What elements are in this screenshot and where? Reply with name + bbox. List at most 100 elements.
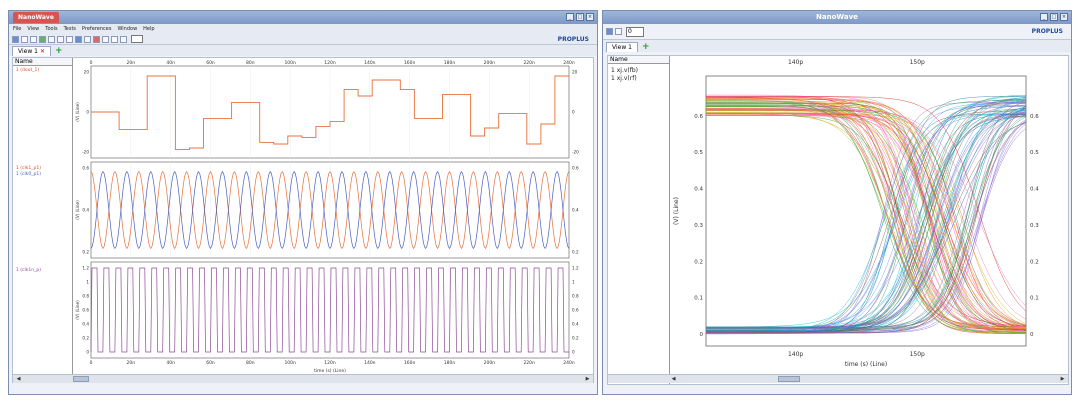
bottom-time-tick-label: 0 [90,360,93,366]
y-tick-label-right: 0.1 [1030,296,1039,302]
y-tick-label-right: 0.4 [1030,187,1039,193]
signal-rf-label[interactable]: 1 xj.v(rf) [611,75,637,82]
marker-icon[interactable] [75,35,82,43]
grid-icon[interactable] [102,35,109,43]
close-icon[interactable]: × [586,13,594,21]
y-tick-label-right: 0 [1030,332,1034,338]
close-tab-icon[interactable]: ✕ [40,48,45,55]
right-window-title: NanoWave [816,13,858,21]
signal-dout-label[interactable]: 1 (dout_1) [16,68,39,73]
y-tick-label-right: 0.8 [572,294,579,299]
tab-label: View 1 [612,44,632,51]
delete-icon[interactable] [93,35,100,43]
scroll-right-icon[interactable]: ▶ [1059,376,1066,382]
menu-window[interactable]: Window [117,24,137,34]
menu-tests[interactable]: Tests [64,24,76,34]
add-tab-icon[interactable]: + [642,42,650,52]
y-axis-label: (V) (Line) [75,102,80,122]
y-tick-label: 0.4 [82,208,89,213]
right-toolbar-input[interactable]: 0 [626,26,644,37]
zoom-out-icon[interactable] [48,35,55,43]
scroll-right-icon[interactable]: ▶ [584,376,591,382]
right-horizontal-scrollbar[interactable]: ◀ ▶ [608,374,1068,383]
signal-clk0-label[interactable]: 1 (clk0_p1) [16,172,41,177]
y-tick-label-right: 0.2 [1030,259,1039,265]
left-tab-bar: View 1 ✕ + [9,45,597,56]
menu-preferences[interactable]: Preferences [82,24,111,34]
cursor-icon[interactable] [66,35,73,43]
bottom-time-tick-label: 40n [166,360,175,366]
top-time-tick-label: 200n [484,60,496,66]
right-eye-diagram-svg[interactable]: 140p 150p 140p 150p time (s) (Line) (V) (Line… [670,56,1068,374]
tab-view-1[interactable]: View 1 [606,42,638,52]
close-icon[interactable]: × [1060,13,1068,21]
bottom-time-tick-label: 120n [324,360,336,366]
measure-icon[interactable] [84,35,91,43]
tab-label: View 1 [18,48,38,55]
top-time-tick-label: 150p [910,59,925,66]
signal-fb-label[interactable]: 1 xj.v(fb) [611,67,638,74]
y-tick-label-right: 0.4 [572,322,579,327]
y-tick-label: 0.2 [82,250,89,255]
left-horizontal-scrollbar[interactable]: ◀ ▶ [13,374,593,383]
zoom-fit-icon[interactable] [57,35,64,43]
y-tick-label: 0.2 [82,336,89,341]
y-tick-label-right: 0.2 [572,250,579,255]
right-title-bar[interactable]: NanoWave _ □ × [603,11,1071,24]
top-time-tick-label: 240n [563,60,575,66]
toolbar-input[interactable] [131,35,143,43]
add-tab-icon[interactable]: + [55,46,63,56]
font-icon[interactable] [615,28,622,35]
zoom-in-icon[interactable] [39,35,46,43]
minimize-icon[interactable]: _ [566,13,574,21]
right-nanowave-window: NanoWave _ □ × 0 PROPLUS View 1 + Name 1… [602,10,1072,395]
scroll-left-icon[interactable]: ◀ [670,376,677,382]
y-tick-label: -20 [82,150,89,155]
bottom-time-tick-label: 240n [563,360,575,366]
bottom-time-tick-label: 60n [206,360,215,366]
right-tab-bar: View 1 + [603,40,1071,52]
print-icon[interactable] [30,35,37,43]
y-tick-label: 0 [700,332,704,338]
y-tick-label-right: 0.4 [572,208,579,213]
layout-icon[interactable] [606,28,613,35]
y-tick-label-right: -20 [572,150,579,155]
left-title-bar[interactable]: NanoWave _ □ × [9,11,597,24]
bottom-time-tick-label: 180n [444,360,456,366]
signal-name-column: Name 1 xj.v(fb) 1 xj.v(rf) [608,56,670,384]
signal-clk1n-label[interactable]: 1 (clk1n_p) [16,268,41,273]
scroll-left-icon[interactable]: ◀ [15,376,22,382]
y-tick-label: 0.2 [694,259,703,265]
top-time-tick-label: 100n [284,60,296,66]
y-tick-label: 0 [86,110,89,115]
name-header: Name [608,56,669,64]
y-tick-label: 0 [86,350,89,355]
settings-icon[interactable] [111,35,118,43]
maximize-icon[interactable]: □ [1050,13,1058,21]
menu-tools[interactable]: Tools [45,24,57,34]
maximize-icon[interactable]: □ [576,13,584,21]
save-icon[interactable] [21,35,28,43]
y-tick-label: 0.8 [82,294,89,299]
bottom-time-tick-label: 150p [910,351,925,358]
y-tick-label: 0.6 [82,308,89,313]
y-tick-label-right: 0.3 [1030,223,1039,229]
menu-file[interactable]: File [13,24,21,34]
tab-view-1[interactable]: View 1 ✕ [12,46,51,56]
export-icon[interactable] [120,35,127,43]
y-tick-label: 1.2 [82,266,89,271]
menu-view[interactable]: View [27,24,39,34]
open-icon[interactable] [12,35,19,43]
menu-help[interactable]: Help [143,24,154,34]
top-time-tick-label: 0 [90,60,93,66]
signal-name-column: Name 1 (dout_1) 1 (clk1_p1) 1 (clk0_p1) … [13,58,73,382]
left-waveform-svg[interactable]: 0020n20n40n40n60n60n80n80n100n100n120n12… [73,58,595,374]
signal-clk1-label[interactable]: 1 (clk1_p1) [16,166,41,171]
minimize-icon[interactable]: _ [1040,13,1048,21]
top-time-tick-label: 180n [444,60,456,66]
left-toolbar: PROPLUS [9,34,597,45]
right-scroll-thumb[interactable] [778,376,800,382]
left-scroll-thumb[interactable] [73,376,89,382]
y-tick-label-right: 0.2 [572,336,579,341]
top-time-tick-label: 60n [206,60,215,66]
